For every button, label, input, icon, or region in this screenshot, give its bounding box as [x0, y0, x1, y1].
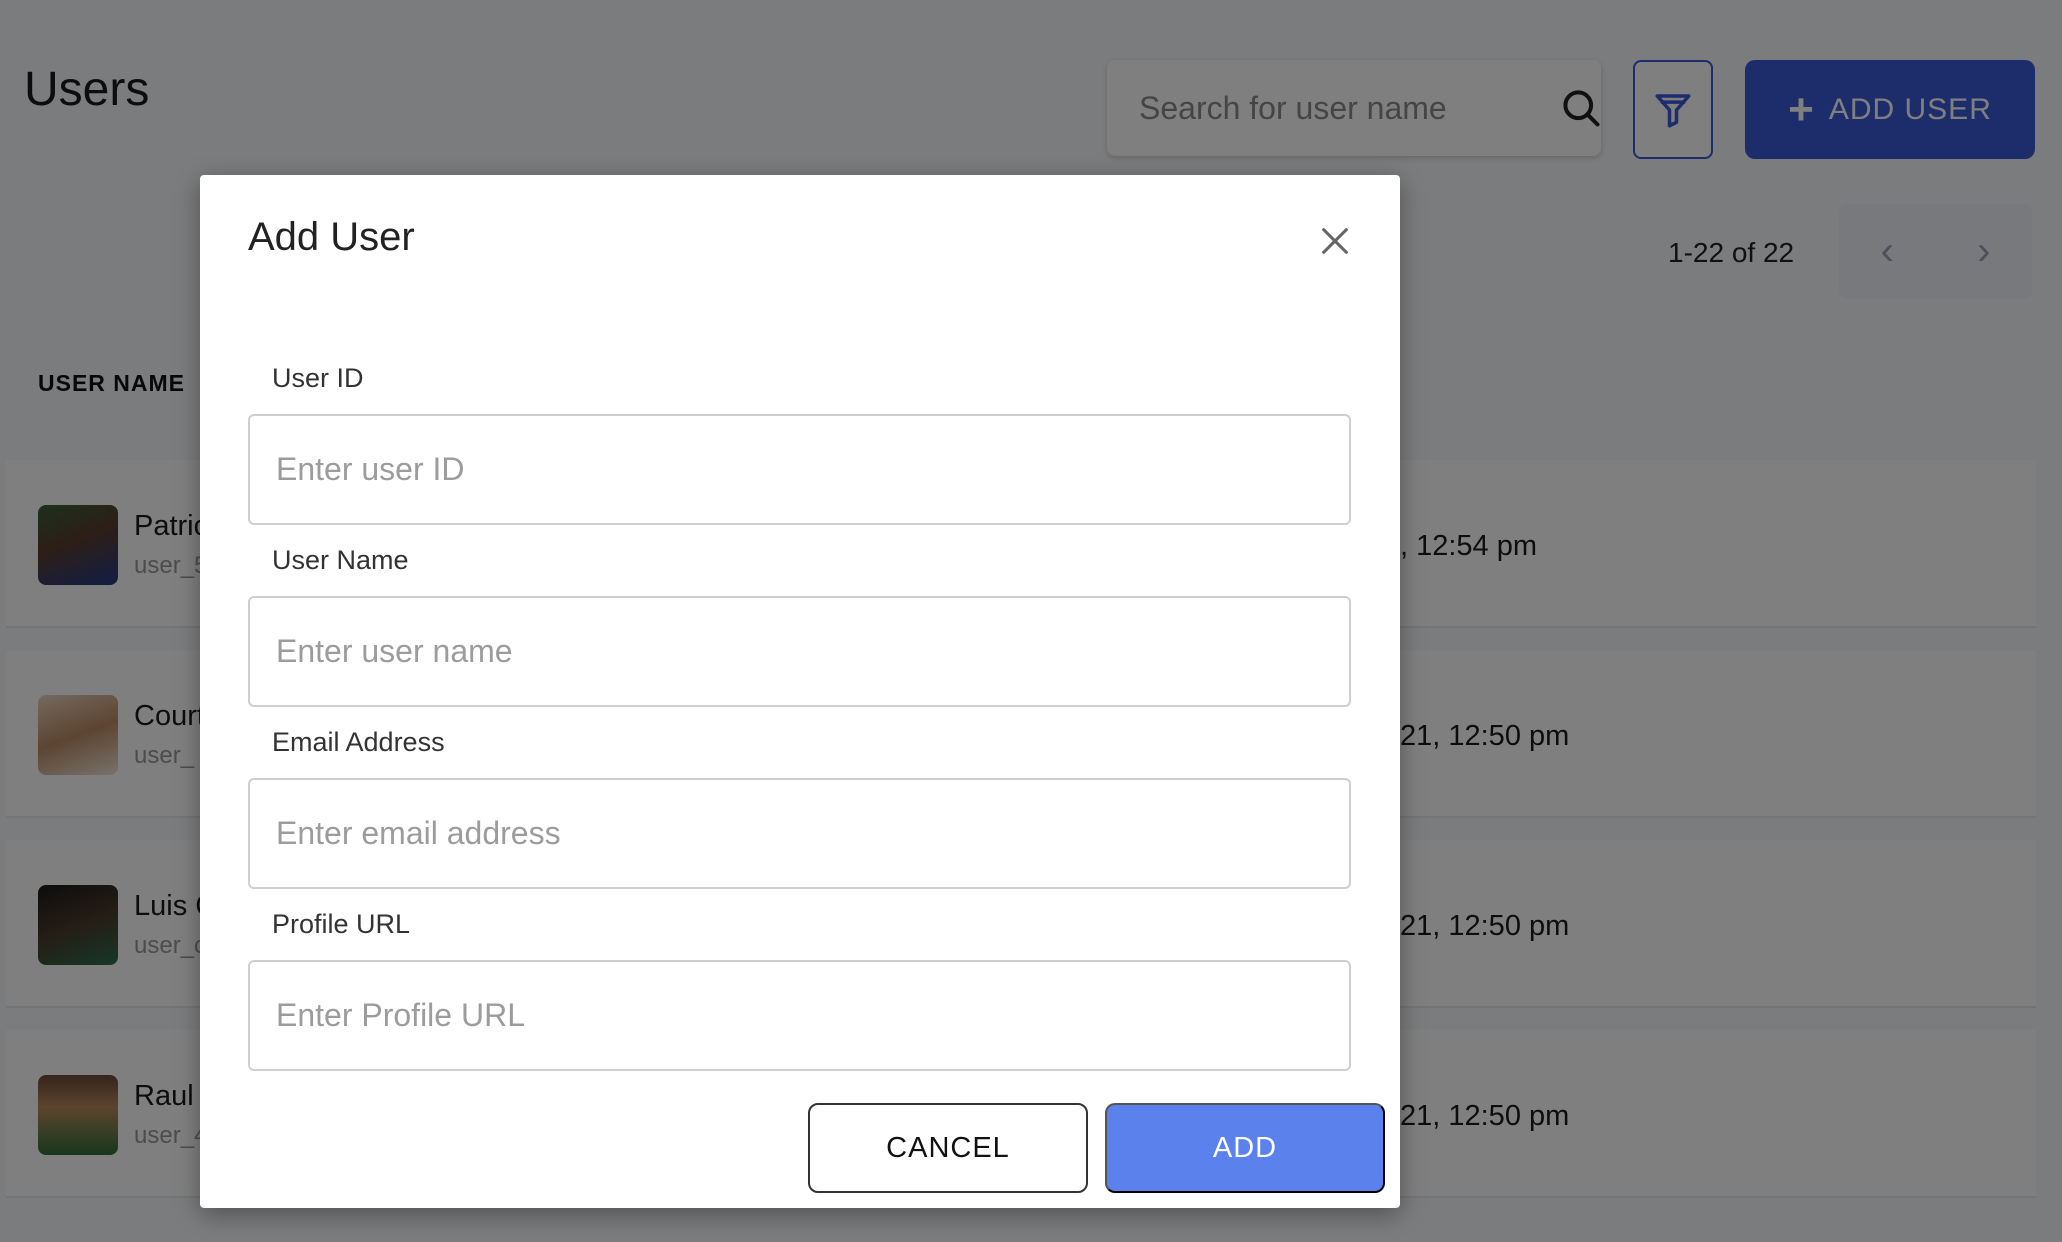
close-icon	[1322, 228, 1348, 254]
email-field[interactable]	[248, 778, 1351, 889]
profile-url-label: Profile URL	[272, 909, 411, 939]
user-name-label: User Name	[272, 545, 409, 575]
profile-url-field[interactable]	[248, 960, 1351, 1071]
user-id-field[interactable]	[248, 414, 1351, 525]
dialog-title: Add User	[248, 215, 415, 259]
add-user-dialog: Add User User ID User Name Email Address…	[200, 175, 1400, 1208]
user-name-field[interactable]	[248, 596, 1351, 707]
add-button[interactable]: ADD	[1105, 1103, 1385, 1193]
email-address-label: Email Address	[272, 727, 445, 757]
user-id-label: User ID	[272, 363, 364, 393]
close-button[interactable]	[1313, 219, 1357, 263]
cancel-button[interactable]: CANCEL	[808, 1103, 1088, 1193]
